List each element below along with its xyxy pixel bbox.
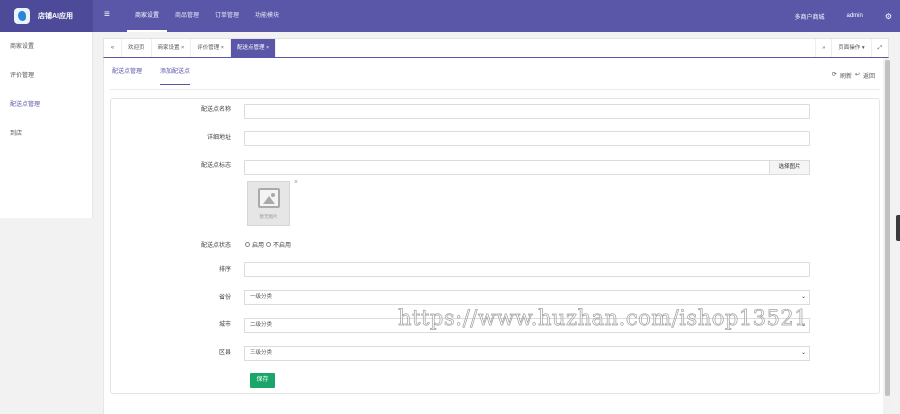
top-right-area: 多商户商城 admin ⚙	[794, 0, 892, 32]
back-icon[interactable]: ↩	[855, 71, 860, 80]
name-input[interactable]	[244, 104, 810, 119]
main-content: 配送点管理 添加配送点 ⟳ 刷新 ↩ 返回 配送点名称 详细地址 配送点标志 选…	[103, 58, 883, 414]
chevron-down-icon: ⌄	[800, 294, 806, 300]
nav-item-products[interactable]: 商品管理	[167, 0, 207, 32]
subtab-divider	[110, 89, 880, 90]
page-tabs-bar: « 欢迎页 商家设置 × 评价管理 × 配送点管理 × » 页面操作 ▾ ⤢	[103, 38, 889, 58]
brand[interactable]: 店铺AI应用	[0, 0, 93, 32]
tab-reviews[interactable]: 评价管理 ×	[191, 39, 232, 57]
province-label: 省份	[218, 295, 231, 301]
remove-image-icon[interactable]: ×	[294, 179, 298, 186]
page-operations-dropdown[interactable]: 页面操作 ▾	[831, 39, 870, 57]
address-label: 详细地址	[206, 135, 231, 141]
image-placeholder-icon	[258, 188, 280, 208]
back-link[interactable]: 返回	[863, 71, 875, 80]
refresh-icon[interactable]: ⟳	[832, 71, 837, 80]
brand-name: 店铺AI应用	[38, 13, 73, 20]
province-select[interactable]: 一级分类 ⌄	[244, 290, 810, 305]
tabs-right-controls: » 页面操作 ▾ ⤢	[815, 39, 888, 57]
district-value: 三级分类	[250, 350, 273, 356]
logo-preview: 暂无图片	[247, 181, 290, 226]
province-value: 一级分类	[250, 294, 273, 300]
sort-label: 排序	[218, 267, 231, 273]
city-value: 二级分类	[250, 322, 273, 328]
sub-tabs: 配送点管理 添加配送点	[112, 66, 191, 85]
sort-input[interactable]	[244, 262, 810, 277]
district-select[interactable]: 三级分类 ⌄	[244, 346, 810, 361]
watermark-text: https://www.huzhan.com/ishop13521	[398, 306, 809, 331]
sidebar-item-reviews[interactable]: 评价管理	[0, 66, 92, 93]
radio-enable[interactable]	[245, 242, 250, 247]
subtab-add-delivery-point[interactable]: 添加配送点	[160, 66, 191, 85]
subtab-delivery-point-list[interactable]: 配送点管理	[112, 66, 142, 85]
tab-welcome[interactable]: 欢迎页	[122, 39, 152, 57]
radio-enable-label: 启用	[252, 243, 265, 249]
radio-disable-label: 不启用	[273, 243, 292, 249]
brand-logo-icon	[14, 8, 30, 24]
multi-merchant-link[interactable]: 多商户商城	[794, 12, 824, 21]
gear-icon[interactable]: ⚙	[885, 12, 892, 21]
add-delivery-point-form: 配送点名称 详细地址 配送点标志 选择图片 暂无图片 × 配送点状态 启用 不启…	[110, 98, 880, 394]
choose-image-button[interactable]: 选择图片	[769, 160, 810, 175]
name-label: 配送点名称	[200, 107, 231, 113]
top-navigation-bar: 店铺AI应用 ≡ 商家设置 商品管理 订单管理 功能模块 多商户商城 admin…	[0, 0, 900, 32]
refresh-link[interactable]: 刷新	[840, 71, 852, 80]
fullscreen-icon[interactable]: ⤢	[870, 39, 888, 57]
save-button[interactable]: 保存	[250, 373, 275, 388]
sidebar-item-merchant-settings[interactable]: 商家设置	[0, 37, 92, 64]
side-drawer-handle[interactable]	[896, 215, 900, 241]
top-nav: 商家设置 商品管理 订单管理 功能模块	[127, 0, 287, 32]
radio-disable[interactable]	[266, 242, 272, 247]
nav-item-modules[interactable]: 功能模块	[247, 0, 287, 32]
nav-item-orders[interactable]: 订单管理	[207, 0, 247, 32]
chevron-down-icon: ⌄	[800, 350, 806, 356]
status-radio-group: 启用 不启用	[245, 240, 291, 249]
address-input[interactable]	[244, 131, 810, 146]
nav-item-merchant-settings[interactable]: 商家设置	[127, 0, 168, 32]
no-image-text: 暂无图片	[259, 214, 278, 219]
status-label: 配送点状态	[200, 243, 231, 249]
user-menu[interactable]: admin	[846, 13, 862, 19]
page-actions: ⟳ 刷新 ↩ 返回	[832, 71, 875, 80]
sidebar-item-store[interactable]: 到店	[0, 124, 92, 151]
menu-toggle-icon[interactable]: ≡	[104, 10, 110, 20]
logo-label: 配送点标志	[200, 163, 231, 169]
tabs-scroll-left-icon[interactable]: «	[104, 39, 122, 57]
tabs-scroll-right-icon[interactable]: »	[815, 39, 831, 57]
tab-merchant-settings[interactable]: 商家设置 ×	[152, 39, 192, 57]
tab-delivery-points[interactable]: 配送点管理 ×	[231, 39, 277, 57]
sidebar: 商家设置 评价管理 配送点管理 到店	[0, 32, 93, 218]
logo-input[interactable]	[244, 160, 770, 175]
city-label: 城市	[218, 322, 231, 328]
district-label: 区县	[218, 350, 231, 356]
sidebar-item-delivery-points[interactable]: 配送点管理	[0, 95, 92, 122]
content-scrollbar[interactable]	[884, 58, 891, 414]
scrollbar-thumb[interactable]	[885, 60, 890, 396]
